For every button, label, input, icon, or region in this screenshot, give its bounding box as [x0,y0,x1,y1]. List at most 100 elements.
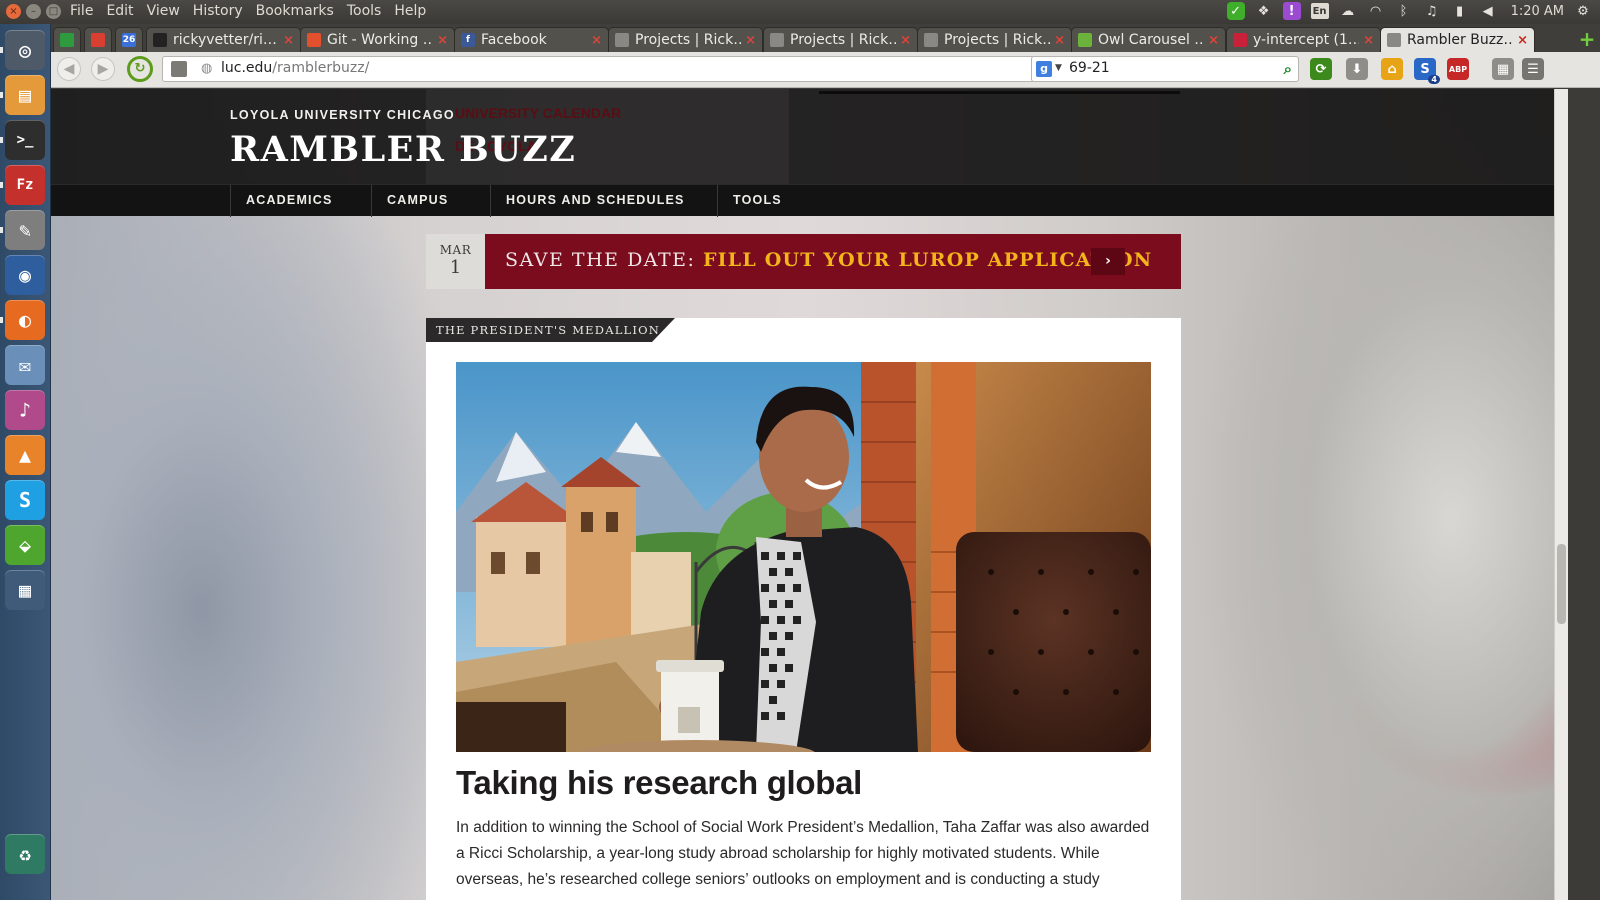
menu-file[interactable]: File [70,3,93,19]
tab[interactable] [84,27,112,52]
menu-icon[interactable]: ☰ [1522,58,1544,80]
tab-title: Facebook [481,32,547,48]
messaging-bell-icon[interactable]: ♫ [1423,2,1441,20]
tab-grid-icon[interactable]: ▦ [1492,58,1514,80]
search-go-icon[interactable]: ⌕ [1284,60,1292,78]
tab-close-icon[interactable]: × [900,33,911,48]
tab[interactable] [53,27,81,52]
menu-view[interactable]: View [147,3,180,19]
page-icon [1387,33,1401,47]
tab-close-icon[interactable]: × [591,33,602,48]
tab-close-icon[interactable]: × [745,33,756,48]
article-body: In addition to winning the School of Soc… [456,819,1150,888]
settings-gear-icon[interactable]: ⚙ [1574,2,1592,20]
clock[interactable]: 1:20 AM [1511,4,1564,19]
tab-close-icon[interactable]: × [1363,33,1374,48]
save-the-date-arrow-button[interactable]: › [1091,248,1125,275]
menu-edit[interactable]: Edit [106,3,133,19]
keyboard-layout-indicator[interactable]: En [1310,3,1329,19]
tab[interactable]: Projects | Rick… × [608,27,763,52]
wifi-icon[interactable]: ◠ [1367,2,1385,20]
article-headline[interactable]: Taking his research global [456,764,862,802]
browser-icon[interactable]: ◉ [5,255,45,295]
nav-campus[interactable]: CAMPUS [371,185,490,217]
nav-academics[interactable]: ACADEMICS [230,185,372,217]
tab[interactable]: y-intercept (1… × [1226,27,1381,52]
nav-hours-and-schedules[interactable]: HOURS AND SCHEDULES [490,185,718,217]
firefox-icon[interactable]: ◐ [5,300,45,340]
search-engine-icon[interactable]: g [1036,61,1052,77]
new-tab-button[interactable]: + [1578,29,1596,49]
cloud-icon[interactable]: ☁ [1339,2,1357,20]
battery-icon[interactable]: ▮ [1451,2,1469,20]
scrollbar-thumb[interactable] [1557,544,1566,624]
audio-app-icon[interactable]: ♪ [5,390,45,430]
extension-badge-icon[interactable]: S4 [1414,58,1440,84]
tab-close-icon[interactable]: × [437,33,448,48]
tab-active[interactable]: Rambler Buzz… × [1380,27,1535,52]
reload-icon: ↻ [134,61,146,76]
forward-button[interactable]: ▶ [91,57,115,81]
dropdown-link-university-calendar[interactable]: UNIVERSITY CALENDAR [455,105,621,121]
window-minimize-button[interactable]: – [26,4,41,19]
window-close-button[interactable]: × [6,4,21,19]
bluetooth-icon[interactable]: ᛒ [1395,2,1413,20]
dash-home-icon[interactable]: ◎ [5,30,45,70]
workspace-switcher-icon[interactable]: ▦ [5,570,45,610]
menu-bookmarks[interactable]: Bookmarks [256,3,334,19]
tab[interactable]: Projects | Rick… × [917,27,1072,52]
back-button[interactable]: ◀ [57,57,81,81]
extension-refresh-icon[interactable]: ⟳ [1310,58,1332,80]
address-bar[interactable]: ◍ luc.edu/ramblerbuzz/ ☆ ▼ [162,56,1074,82]
mail-icon[interactable]: ✉ [5,345,45,385]
university-name[interactable]: LOYOLA UNIVERSITY CHICAGO [230,108,455,122]
site-identity-icon[interactable] [171,61,187,77]
page-scrollbar[interactable] [1554,89,1568,900]
menu-help[interactable]: Help [394,3,426,19]
tab[interactable]: Git - Working … × [300,27,455,52]
featured-article: THE PRESIDENT'S MEDALLION Taking his res… [426,318,1181,900]
site-header-top: UNIVERSITY CALENDAR DE LOYOLA LOYOLA UNI… [51,89,1554,204]
back-arrow-icon: ◀ [63,61,75,77]
article-photo[interactable] [456,362,1151,752]
home-icon[interactable]: ⌂ [1381,58,1403,80]
tab-close-icon[interactable]: × [283,33,294,48]
reload-button[interactable]: ↻ [127,56,153,82]
notification-alert-icon[interactable]: ! [1282,2,1301,20]
menu-history[interactable]: History [193,3,243,19]
running-indicator [0,137,3,143]
search-bar[interactable]: g ▼ 69-21 ⌕ [1031,56,1299,82]
adblock-icon[interactable]: ABP [1447,58,1469,80]
update-indicator-icon[interactable]: ✓ [1226,2,1245,20]
files-icon[interactable]: ▤ [5,75,45,115]
chevron-right-icon: › [1105,253,1111,269]
tab[interactable]: f Facebook × [454,27,609,52]
article-category-tag[interactable]: THE PRESIDENT'S MEDALLION [426,318,676,342]
tab-close-icon[interactable]: × [1208,33,1219,48]
site-title[interactable]: RAMBLER BUZZ [230,129,576,170]
tab[interactable]: Projects | Rick… × [763,27,918,52]
url-text[interactable]: luc.edu/ramblerbuzz/ [221,60,369,76]
search-engine-dropdown-icon[interactable]: ▼ [1055,63,1062,73]
tab-title: Rambler Buzz… [1407,32,1514,48]
text-editor-icon[interactable]: ✎ [5,210,45,250]
terminal-icon[interactable]: >_ [5,120,45,160]
tab-close-icon[interactable]: × [1054,33,1065,48]
download-icon[interactable]: ⬇ [1346,58,1368,80]
tab[interactable]: 26 [115,27,143,52]
software-center-icon[interactable]: ⬙ [5,525,45,565]
save-the-date-banner[interactable]: SAVE THE DATE: FILL OUT YOUR LUROP APPLI… [485,234,1181,289]
menu-tools[interactable]: Tools [347,3,382,19]
nav-tools[interactable]: TOOLS [717,185,817,217]
search-input[interactable]: 69-21 [1069,60,1110,76]
vlc-icon[interactable]: ▲ [5,435,45,475]
trash-icon[interactable]: ♻ [5,834,45,874]
tab-close-icon[interactable]: × [1517,33,1528,48]
skype-icon[interactable]: S [5,480,45,520]
dropbox-icon[interactable]: ❖ [1255,2,1273,20]
tab[interactable]: Owl Carousel … × [1071,27,1226,52]
filezilla-icon[interactable]: Fz [5,165,45,205]
tab[interactable]: rickyvetter/ri… × [146,27,301,52]
volume-icon[interactable]: ◀ [1479,2,1497,20]
window-maximize-button[interactable]: □ [46,4,61,19]
